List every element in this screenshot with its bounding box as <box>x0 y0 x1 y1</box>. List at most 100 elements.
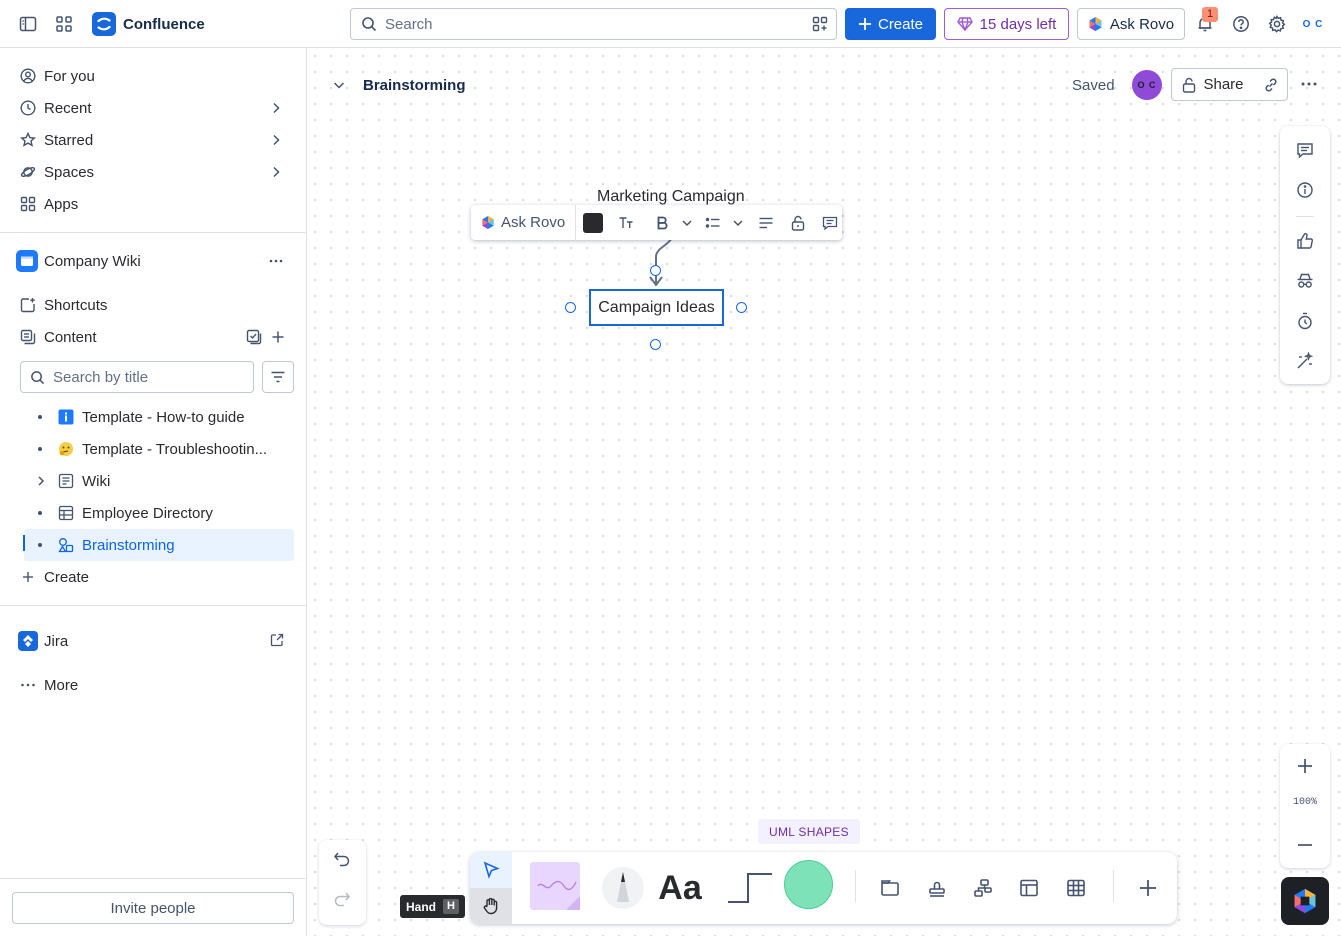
more-horizontal-icon[interactable] <box>268 253 284 269</box>
whiteboard-canvas[interactable]: Brainstorming Saved O C Share Marketing … <box>307 48 1341 936</box>
stamp-tool[interactable] <box>923 876 951 900</box>
unlock-icon[interactable] <box>789 214 807 232</box>
frame-tool[interactable] <box>876 876 904 900</box>
more-horizontal-icon <box>20 677 36 693</box>
copy-link-button[interactable] <box>1254 68 1288 101</box>
info-icon[interactable] <box>1293 178 1317 202</box>
template-tool[interactable] <box>1015 876 1043 900</box>
select-tool[interactable] <box>470 852 512 888</box>
collaborator-avatar[interactable]: O C <box>1132 70 1162 100</box>
external-link-icon[interactable] <box>270 633 284 647</box>
search-filter-icon[interactable] <box>812 16 828 32</box>
text-tool[interactable]: Aa <box>656 866 704 910</box>
shape-tool[interactable] <box>784 860 833 909</box>
help-icon[interactable] <box>1229 12 1253 36</box>
text-size-icon[interactable] <box>617 214 635 232</box>
text-formatting-toolbar: Ask Rovo <box>471 205 842 240</box>
sidebar-create-button[interactable]: Create <box>12 561 294 593</box>
search-by-title-input[interactable] <box>53 368 243 386</box>
space-company-wiki[interactable]: Company Wiki <box>12 245 294 277</box>
sidebar-item-content[interactable]: Content <box>12 321 294 353</box>
chevron-right-icon[interactable] <box>268 132 284 148</box>
align-left-icon[interactable] <box>757 214 775 232</box>
chevron-right-icon[interactable] <box>35 475 47 487</box>
pen-tool[interactable] <box>600 862 646 910</box>
share-label: Share <box>1203 76 1244 93</box>
tree-item-employee-directory[interactable]: Employee Directory <box>24 497 294 529</box>
global-search[interactable] <box>350 8 837 40</box>
sidebar-item-shortcuts[interactable]: Shortcuts <box>12 289 294 321</box>
chevron-down-icon[interactable] <box>678 214 696 232</box>
comment-icon[interactable] <box>1293 138 1317 162</box>
app-switcher-icon[interactable] <box>52 12 76 36</box>
timer-icon[interactable] <box>1293 309 1317 333</box>
bold-icon[interactable] <box>653 214 671 232</box>
zoom-in-icon[interactable] <box>1296 757 1314 775</box>
connector-handle-right[interactable] <box>736 302 747 313</box>
tree-item-wiki[interactable]: Wiki <box>24 465 294 497</box>
sidebar-item-starred[interactable]: Starred <box>12 124 294 156</box>
filter-button[interactable] <box>262 361 294 393</box>
confluence-logo[interactable]: Confluence <box>92 12 205 36</box>
connector-handle-top[interactable] <box>650 265 661 276</box>
search-input[interactable] <box>385 15 785 33</box>
unlock-icon <box>1182 77 1196 93</box>
zoom-out-icon[interactable] <box>1296 836 1314 854</box>
page-title[interactable]: Brainstorming <box>363 77 466 94</box>
redo-icon[interactable] <box>333 890 351 908</box>
hand-tool[interactable] <box>470 888 512 924</box>
connector-handle-left[interactable] <box>565 302 576 313</box>
sidebar-toggle-icon[interactable] <box>16 12 40 36</box>
format-ask-rovo-button[interactable]: Ask Rovo <box>481 214 565 231</box>
table-tool[interactable] <box>1062 876 1090 900</box>
share-button[interactable]: Share <box>1171 68 1255 101</box>
connector-arrow[interactable] <box>627 236 677 292</box>
chevron-right-icon[interactable] <box>268 164 284 180</box>
trial-button[interactable]: 15 days left <box>944 8 1069 40</box>
chevron-right-icon[interactable] <box>268 100 284 116</box>
creation-toolbar: Aa <box>470 852 1177 924</box>
chevron-down-icon[interactable] <box>331 77 347 93</box>
sidebar-item-more[interactable]: More <box>12 669 294 701</box>
tree-item-brainstorming[interactable]: Brainstorming <box>24 529 294 561</box>
selected-node-campaign-ideas[interactable]: Campaign Ideas <box>589 289 724 326</box>
sticky-note-tool[interactable] <box>530 862 580 910</box>
invite-people-button[interactable]: Invite people <box>12 892 294 924</box>
trial-label: 15 days left <box>979 15 1057 33</box>
user-avatar[interactable]: O C <box>1300 12 1326 36</box>
undo-icon[interactable] <box>333 850 351 868</box>
comment-icon[interactable] <box>821 214 839 232</box>
chevron-down-icon[interactable] <box>729 214 747 232</box>
content-search[interactable] <box>20 361 254 393</box>
settings-gear-icon[interactable] <box>1265 12 1289 36</box>
sidebar-item-spaces[interactable]: Spaces <box>12 156 294 188</box>
more-actions-icon[interactable] <box>1297 72 1321 96</box>
parent-node-marketing-campaign[interactable]: Marketing Campaign <box>597 188 745 206</box>
notification-count-badge: 1 <box>1202 7 1219 22</box>
connector-tool[interactable] <box>724 868 776 908</box>
magic-wand-icon[interactable] <box>1293 349 1317 373</box>
sidebar-item-recent[interactable]: Recent <box>12 92 294 124</box>
zoom-level[interactable]: 100% <box>1280 797 1330 808</box>
rovo-chat-button[interactable] <box>1281 877 1329 925</box>
filter-icon <box>270 369 286 385</box>
incognito-icon[interactable] <box>1293 269 1317 293</box>
checklist-icon[interactable] <box>246 329 262 345</box>
tree-item-troubleshooting[interactable]: Template - Troubleshootin... <box>24 433 294 465</box>
bullet-list-icon[interactable] <box>704 214 722 232</box>
text-color-swatch[interactable] <box>583 213 603 233</box>
tree-item-how-to-guide[interactable]: Template - How-to guide <box>24 401 294 433</box>
diagram-tool[interactable] <box>969 876 997 900</box>
sidebar-item-for-you[interactable]: For you <box>12 60 294 92</box>
add-content-plus-icon[interactable] <box>270 329 286 345</box>
sidebar-item-apps[interactable]: Apps <box>12 188 294 220</box>
connector-handle-bottom[interactable] <box>650 339 661 350</box>
cursor-arrow-icon <box>482 861 500 879</box>
thumbs-up-icon[interactable] <box>1293 229 1317 253</box>
ask-rovo-button[interactable]: Ask Rovo <box>1077 8 1185 40</box>
table-grid-icon <box>1066 878 1086 898</box>
create-button[interactable]: Create <box>845 8 936 40</box>
uml-shapes-label[interactable]: UML SHAPES <box>758 819 860 844</box>
sidebar-item-jira[interactable]: Jira <box>12 625 294 657</box>
more-tools-button[interactable] <box>1134 876 1162 900</box>
